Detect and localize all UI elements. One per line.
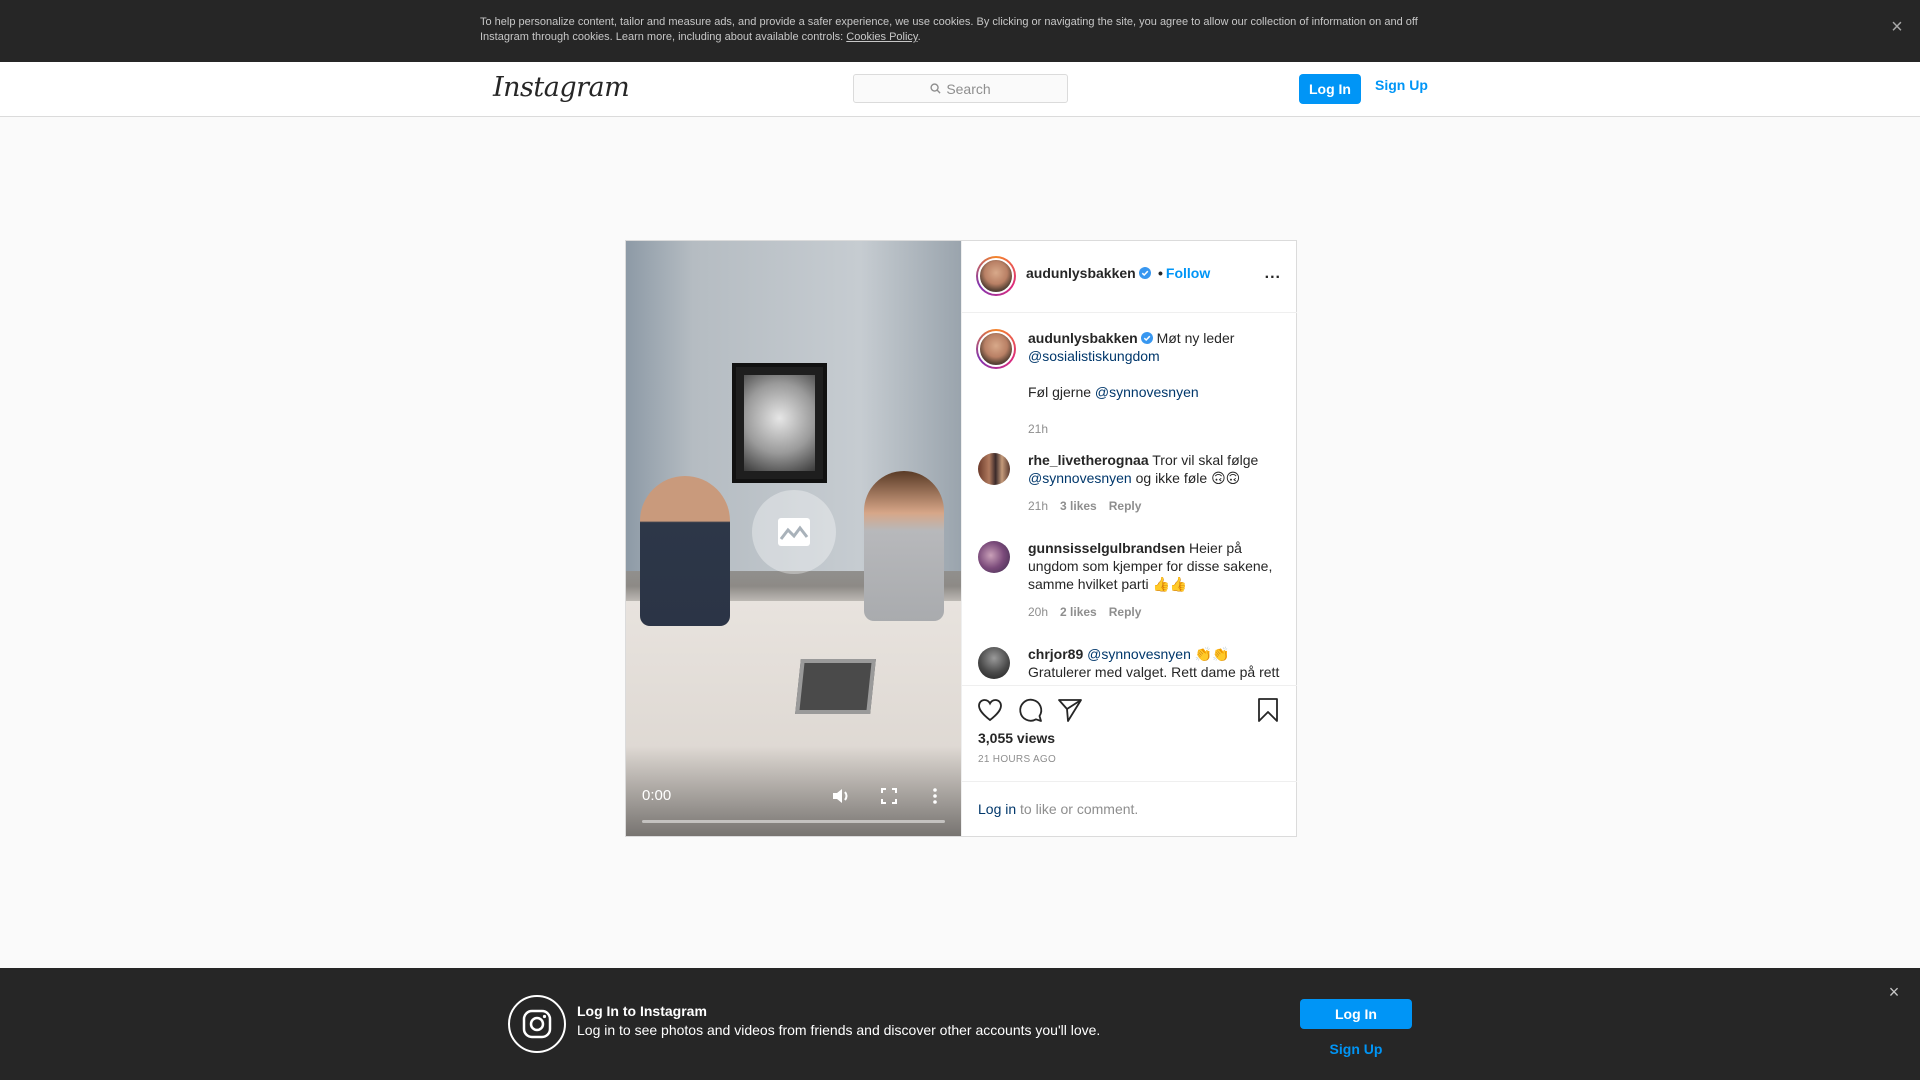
comment-username[interactable]: gunnsisselgulbrandsen [1028,540,1185,556]
portrait-photo [744,375,815,471]
login-prompt-subtitle: Log in to see photos and videos from fri… [577,1022,1101,1038]
video-progress-bar[interactable] [642,820,945,823]
comment-time[interactable]: 21h [1028,499,1048,513]
comment-avatar[interactable] [978,647,1010,679]
caption-meta: 21h [1028,422,1060,436]
post-timestamp[interactable]: 21 HOURS AGO [978,754,1056,765]
author-avatar-photo [978,258,1014,294]
image-placeholder-icon [778,518,810,546]
comment-body: Tror vil skal følge [1148,452,1259,468]
post-actions: 3,055 views 21 HOURS AGO [962,685,1297,775]
comment-likes[interactable]: 2 likes [1060,605,1097,619]
header-signup-link[interactable]: Sign Up [1375,77,1428,93]
post-options-icon[interactable]: ... [1265,265,1281,283]
comment-icon[interactable] [1016,696,1044,724]
caption-text-part1: Møt ny leder [1152,330,1235,346]
share-icon[interactable] [1056,696,1084,724]
comment-text: rhe_livetherognaa Tror vil skal følge @s… [1028,451,1283,487]
video-controls: 0:00 [626,746,961,836]
view-count[interactable]: 3,055 views [978,730,1055,746]
video-player[interactable]: 0:00 [626,241,961,836]
post-sidebar: audunlysbakken • Follow ... audunlysbakke… [961,241,1297,836]
search-icon [930,83,941,94]
top-nav: Instagram Search Log In Sign Up [0,62,1920,117]
volume-icon[interactable] [831,786,851,806]
verified-badge-icon [1138,267,1151,279]
comment-body-end: og ikke føle 🙃🙃 [1131,470,1241,486]
video-time: 0:00 [642,787,672,804]
bookmark-icon[interactable] [1254,696,1282,724]
verified-badge-icon [1140,332,1153,344]
heart-icon[interactable] [976,696,1004,724]
cookie-message: To help personalize content, tailor and … [480,16,1418,43]
caption-mention-2[interactable]: @synnovesnyen [1095,384,1199,400]
header-login-button[interactable]: Log In [1299,74,1361,104]
comment-username[interactable]: rhe_livetherognaa [1028,452,1149,468]
login-prompt-title: Log In to Instagram [577,1003,707,1019]
comment-avatar[interactable] [978,453,1010,485]
follow-button[interactable]: • Follow [1158,265,1210,281]
portrait-frame [732,363,827,483]
video-more-icon[interactable] [925,786,945,806]
login-to-comment: Log in to like or comment. [978,801,1138,817]
login-link[interactable]: Log in [978,801,1016,817]
caption-time[interactable]: 21h [1028,422,1048,436]
author-avatar[interactable] [976,256,1016,296]
search-input[interactable]: Search [853,74,1068,103]
add-comment-section: Log in to like or comment. [962,781,1297,836]
video-person-left [640,476,730,626]
login-prompt-login-button[interactable]: Log In [1300,999,1412,1029]
comment-time[interactable]: 20h [1028,605,1048,619]
cookie-banner: To help personalize content, tailor and … [0,0,1920,62]
comment-mention[interactable]: @synnovesnyen [1028,470,1132,486]
cookie-text: To help personalize content, tailor and … [480,16,1418,43]
author-username-text: audunlysbakken [1026,265,1136,281]
login-prompt-signup-link[interactable]: Sign Up [1300,1041,1412,1057]
caption-username[interactable]: audunlysbakken [1028,330,1138,346]
comment-mention[interactable]: @synnovesnyen [1087,646,1191,662]
cookie-close-icon[interactable]: × [1886,16,1908,38]
login-prompt-close-icon[interactable]: × [1884,982,1904,1002]
comment-likes[interactable]: 3 likes [1060,499,1097,513]
video-person-right [864,471,944,621]
comment-avatar[interactable] [978,541,1010,573]
post-card: 0:00 audunlysbakken • Follow ... audunlys… [625,240,1297,837]
search-placeholder: Search [946,80,991,97]
comment-reply-button[interactable]: Reply [1109,605,1142,619]
caption-avatar-photo [978,331,1014,367]
follow-label: Follow [1165,265,1211,281]
author-username[interactable]: audunlysbakken [1026,265,1151,281]
cookies-policy-link[interactable]: Cookies Policy [846,31,917,43]
video-table-plate [795,659,876,714]
login-to-comment-text: to like or comment. [1016,801,1139,817]
login-prompt-bar: Log In to Instagram Log in to see photos… [0,968,1920,1080]
comment-username[interactable]: chrjor89 [1028,646,1083,662]
camera-icon [522,1009,552,1039]
comments-list[interactable]: audunlysbakken Møt ny leder @sosialistis… [962,313,1297,685]
fullscreen-icon[interactable] [879,786,899,806]
comment-text: chrjor89 @synnovesnyen 👏👏 Gratulerer med… [1028,645,1283,685]
follow-separator: • [1158,265,1163,281]
instagram-logo[interactable]: Instagram [493,72,630,103]
post-header: audunlysbakken • Follow ... [962,241,1297,313]
instagram-glyph-icon [508,995,566,1053]
comment-meta: 21h 3 likes Reply [1028,499,1153,513]
video-play-overlay[interactable] [752,490,836,574]
caption-mention-1[interactable]: @sosialistiskungdom [1028,348,1160,364]
caption-text: audunlysbakken Møt ny leder @sosialistis… [1028,329,1283,401]
caption-avatar[interactable] [976,329,1016,369]
comment-meta: 20h 2 likes Reply [1028,605,1153,619]
caption-text-part2: Føl gjerne [1028,384,1095,400]
comment-text: gunnsisselgulbrandsen Heier på ungdom so… [1028,539,1283,593]
comment-reply-button[interactable]: Reply [1109,499,1142,513]
